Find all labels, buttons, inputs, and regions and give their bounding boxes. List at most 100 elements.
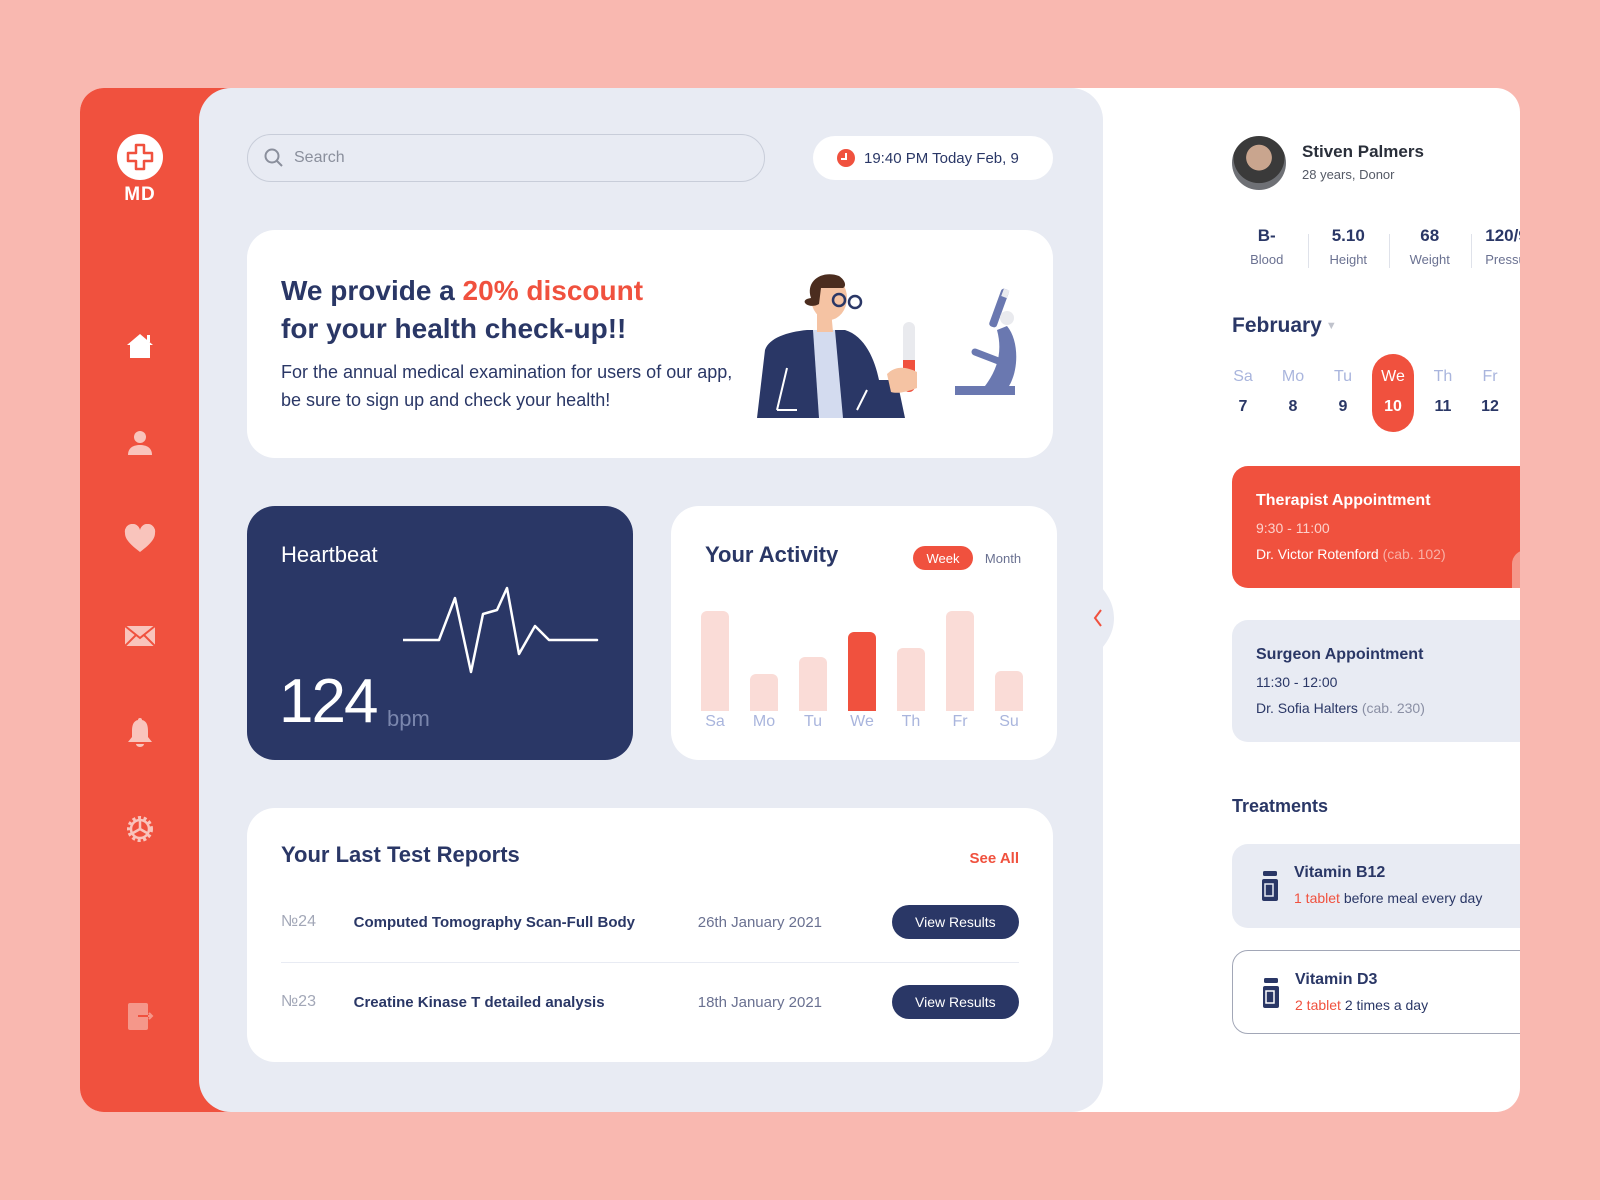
search-input[interactable] — [294, 149, 714, 167]
doctor-name: Dr. Victor Rotenford — [1256, 546, 1379, 562]
chevron-right-icon[interactable]: › — [1512, 550, 1520, 588]
sidebar-item-home[interactable] — [120, 326, 160, 366]
day-date: 10 — [1384, 398, 1402, 415]
report-number: №23 — [281, 993, 316, 1010]
stat-value: 5.10 — [1331, 226, 1365, 245]
report-name: Creatine Kinase T detailed analysis — [353, 993, 605, 1011]
treatments-title: Treatments — [1232, 796, 1329, 816]
promo-title-pre: We provide a — [281, 275, 463, 306]
dose-amount: 2 tablet — [1295, 997, 1341, 1013]
day-date: 13 — [1516, 398, 1520, 416]
home-icon — [127, 334, 153, 358]
day-date: 12 — [1481, 398, 1499, 415]
profile-stats: B- Blood 5.10 Height 68 Weight 120/90 Pressu… — [1226, 226, 1520, 268]
appointment-card-surgeon[interactable]: Surgeon Appointment 11:30 - 12:00 Dr. So… — [1232, 620, 1520, 742]
ekg-waveform-icon — [403, 586, 599, 674]
logo-text: MD — [124, 184, 156, 205]
sidebar-item-settings[interactable] — [120, 809, 160, 849]
dose-schedule: before meal every day — [1339, 890, 1483, 906]
calendar-day-13[interactable]: Su 13 — [1516, 354, 1520, 432]
report-row: №23 Creatine Kinase T detailed analysis … — [281, 962, 1020, 1042]
calendar-day-9[interactable]: Tu 9 — [1322, 354, 1364, 432]
day-date: 11 — [1434, 398, 1452, 415]
day-name: Fr — [1482, 368, 1498, 385]
calendar-day-10[interactable]: We 10 — [1372, 354, 1414, 432]
report-name: Computed Tomography Scan-Full Body — [353, 913, 635, 931]
search-bar[interactable] — [247, 134, 765, 182]
calendar-day-7[interactable]: Sa 7 — [1222, 354, 1264, 432]
sidebar-item-notifications[interactable] — [120, 712, 160, 752]
appointment-doctor: Dr. Sofia Halters (cab. 230) — [1256, 700, 1520, 716]
doctor-illustration — [757, 274, 1017, 418]
sidebar-item-messages[interactable] — [120, 616, 160, 656]
day-name: Su — [1516, 368, 1520, 386]
cabinet-number: (cab. 230) — [1361, 700, 1425, 716]
sidebar-item-health[interactable] — [120, 519, 160, 559]
main-panel: 19:40 PM Today Feb, 9 We provide a 20% d… — [199, 88, 1103, 1112]
stat-value: B- — [1257, 226, 1276, 245]
app-window: MD 19:40 PM Today Feb, 9 — [80, 88, 1520, 1112]
treatment-item[interactable]: Vitamin D3 2 tablet 2 times a day — [1232, 950, 1520, 1034]
treatment-dose: 2 tablet 2 times a day — [1295, 997, 1520, 1013]
appointment-title: Surgeon Appointment — [1256, 646, 1424, 663]
calendar-day-12[interactable]: Fr 12 — [1469, 354, 1511, 432]
treatment-name: Vitamin D3 — [1295, 971, 1378, 988]
collapse-panel-button[interactable] — [1084, 558, 1128, 678]
profile-panel: Stiven Palmers 28 years, Donor B- Blood 5… — [1152, 88, 1520, 1112]
day-name: We — [1381, 368, 1405, 385]
heartbeat-title: Heartbeat — [281, 542, 378, 567]
x-tick-label: We — [850, 713, 874, 730]
bar-sa — [701, 611, 729, 711]
day-name: Tu — [1333, 368, 1353, 385]
tab-week[interactable]: Week — [913, 546, 973, 570]
bar-fr — [946, 611, 974, 711]
week-day-picker: Sa 7 Mo 8 Tu 9 We 10 Th 11 Fr 12 Su 13 — [1222, 354, 1520, 434]
datetime-badge: 19:40 PM Today Feb, 9 — [813, 136, 1053, 180]
stat-value: 120/90 — [1485, 226, 1520, 245]
day-date: 8 — [1288, 398, 1298, 415]
stat-blood: B- Blood — [1226, 226, 1308, 267]
report-date: 18th January 2021 — [697, 993, 823, 1011]
avatar[interactable] — [1232, 136, 1286, 190]
treatment-name: Vitamin B12 — [1294, 864, 1386, 881]
month-label: February — [1232, 314, 1322, 337]
tab-month[interactable]: Month — [977, 546, 1029, 570]
month-selector[interactable]: February ▼ — [1232, 314, 1337, 338]
sidebar-item-profile[interactable] — [120, 422, 160, 462]
day-name: Th — [1433, 368, 1453, 385]
logout-button[interactable] — [120, 996, 160, 1036]
stat-weight: 68 Weight — [1389, 226, 1471, 268]
day-name: Sa — [1233, 368, 1253, 385]
treatment-item[interactable]: Vitamin B12 1 tablet before meal every d… — [1232, 844, 1520, 928]
dose-schedule: 2 times a day — [1340, 997, 1429, 1013]
calendar-day-8[interactable]: Mo 8 — [1272, 354, 1314, 432]
view-results-button[interactable]: View Results — [891, 985, 1020, 1019]
heartbeat-value: 124 — [279, 667, 378, 736]
profile-subtitle: 28 years, Donor — [1302, 167, 1395, 182]
bell-icon — [128, 718, 152, 747]
clock-icon — [837, 149, 855, 167]
appointment-doctor: Dr. Victor Rotenford (cab. 102) — [1256, 546, 1520, 562]
stat-value: 68 — [1420, 226, 1440, 245]
report-date: 26th January 2021 — [697, 913, 823, 931]
heartbeat-unit: bpm — [387, 706, 430, 731]
promo-title: We provide a 20% discount for your healt… — [281, 272, 643, 348]
appointment-card-therapist[interactable]: Therapist Appointment 9:30 - 11:00 Dr. V… — [1232, 466, 1520, 588]
doctor-name: Dr. Sofia Halters — [1256, 700, 1358, 716]
day-date: 9 — [1338, 398, 1348, 415]
gear-icon — [127, 816, 153, 842]
bar-tu — [799, 657, 827, 711]
appointment-time: 9:30 - 11:00 — [1256, 520, 1330, 536]
test-reports-card: Your Last Test Reports See All №24 Compu… — [247, 808, 1053, 1062]
calendar-day-11[interactable]: Th 11 — [1422, 354, 1464, 432]
promo-banner: We provide a 20% discount for your healt… — [247, 230, 1053, 458]
search-icon — [264, 148, 283, 167]
x-tick-label: Sa — [705, 713, 725, 730]
medical-cross-logo-icon[interactable] — [117, 134, 163, 180]
stat-label: Blood — [1250, 252, 1284, 267]
stat-label: Pressure — [1485, 252, 1520, 267]
user-icon — [128, 431, 152, 455]
logout-icon — [128, 1003, 154, 1030]
view-results-button[interactable]: View Results — [891, 905, 1020, 939]
see-all-link[interactable]: See All — [970, 850, 1019, 867]
